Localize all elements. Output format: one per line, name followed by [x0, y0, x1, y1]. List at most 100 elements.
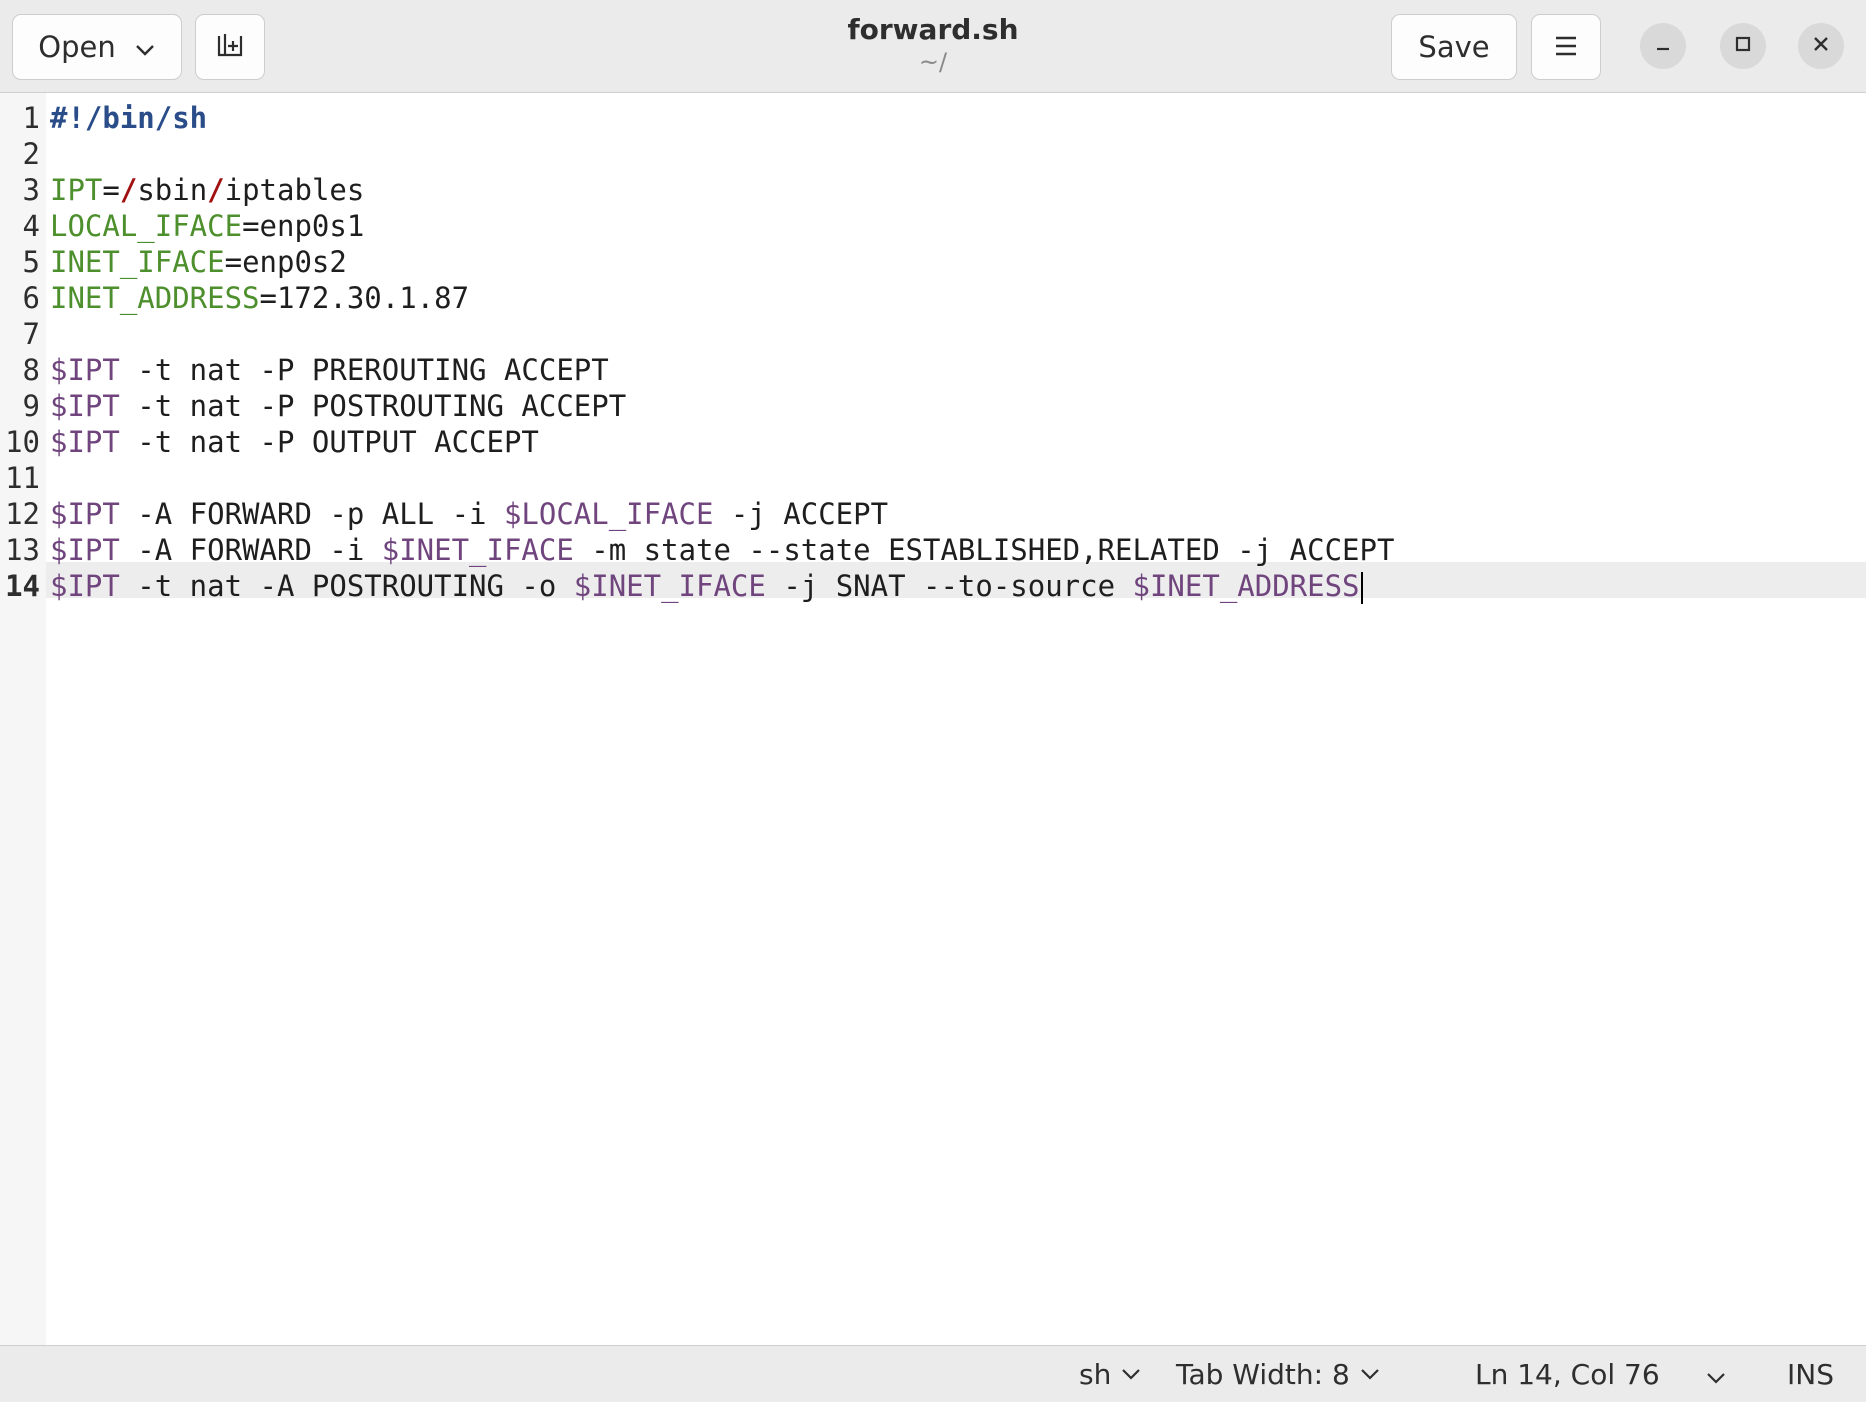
save-button[interactable]: Save [1391, 14, 1517, 80]
text-editor[interactable]: 1 #!/bin/sh 2 3 IPT=/sbin/iptables 4 LOCAL_IFA… [0, 93, 1866, 1345]
code-text[interactable]: IPT=/sbin/iptables [50, 172, 364, 208]
language-label: sh [1079, 1357, 1112, 1391]
code-token: INET_ADDRESS [50, 281, 260, 315]
code-token: -m state --state ESTABLISHED,RELATED -j … [573, 533, 1395, 567]
code-token: #!/bin/sh [50, 101, 208, 135]
code-line[interactable]: 11 [0, 460, 1866, 496]
code-line[interactable]: 13 $IPT -A FORWARD -i $INET_IFACE -m stat… [0, 532, 1866, 568]
maximize-icon [1734, 35, 1752, 57]
code-token: $INET_ADDRESS [1132, 569, 1360, 603]
line-number: 14 [5, 569, 40, 603]
code-line[interactable]: 10 $IPT -t nat -P OUTPUT ACCEPT [0, 424, 1866, 460]
code-token: / [119, 173, 138, 207]
code-token: -j ACCEPT [713, 497, 889, 531]
chevron-down-icon [134, 30, 156, 64]
line-number: 4 [22, 209, 40, 243]
code-token: =enp0s1 [242, 209, 365, 243]
new-tab-button[interactable] [195, 14, 265, 80]
code-line[interactable]: 7 [0, 316, 1866, 352]
language-selector[interactable]: sh [1079, 1346, 1141, 1402]
code-token: -t nat -A POSTROUTING -o [119, 569, 574, 603]
code-text[interactable]: $IPT -t nat -P POSTROUTING ACCEPT [50, 388, 626, 424]
code-line[interactable]: 4 LOCAL_IFACE=enp0s1 [0, 208, 1866, 244]
code-token: =enp0s2 [224, 245, 347, 279]
code-token: $INET_IFACE [381, 533, 574, 567]
code-token: INET_IFACE [50, 245, 225, 279]
code-text[interactable]: $IPT -t nat -A POSTROUTING -o $INET_IFAC… [50, 568, 1363, 604]
code-text[interactable]: $IPT -A FORWARD -i $INET_IFACE -m state … [50, 532, 1394, 568]
code-token: -t nat -P PREROUTING ACCEPT [119, 353, 609, 387]
code-token: -A FORWARD -i [119, 533, 382, 567]
code-line[interactable]: 6 INET_ADDRESS=172.30.1.87 [0, 280, 1866, 316]
minimize-icon [1654, 35, 1672, 57]
code-token: $IPT [50, 569, 120, 603]
open-button-label: Open [38, 30, 116, 64]
code-token: = [102, 173, 120, 207]
cursor-position-label: Ln 14, Col 76 [1475, 1357, 1660, 1391]
line-number: 9 [22, 389, 40, 423]
cursor-position-dropdown[interactable] [1706, 1346, 1726, 1402]
code-token: / [207, 173, 225, 207]
line-number: 3 [22, 173, 40, 207]
code-token: -t nat -P POSTROUTING ACCEPT [119, 389, 627, 423]
code-text[interactable]: #!/bin/sh [50, 100, 207, 136]
code-token: $IPT [50, 389, 120, 423]
tab-width-selector[interactable]: Tab Width: 8 [1176, 1346, 1380, 1402]
code-token: -t nat -P OUTPUT ACCEPT [119, 425, 539, 459]
code-text[interactable]: LOCAL_IFACE=enp0s1 [50, 208, 364, 244]
chevron-down-icon [1121, 1368, 1141, 1380]
code-line[interactable]: 5 INET_IFACE=enp0s2 [0, 244, 1866, 280]
code-line[interactable]: 14 $IPT -t nat -A POSTROUTING -o $INET_IF… [0, 568, 1866, 604]
code-line[interactable]: 3 IPT=/sbin/iptables [0, 172, 1866, 208]
line-number: 7 [22, 317, 40, 351]
line-number: 6 [22, 281, 40, 315]
code-text[interactable]: $IPT -t nat -P OUTPUT ACCEPT [50, 424, 539, 460]
minimize-button[interactable] [1640, 23, 1686, 69]
code-text[interactable]: INET_IFACE=enp0s2 [50, 244, 347, 280]
line-number: 5 [22, 245, 40, 279]
code-line[interactable]: 2 [0, 136, 1866, 172]
code-token: -A FORWARD -p ALL -i [119, 497, 504, 531]
code-text[interactable]: $IPT -t nat -P PREROUTING ACCEPT [50, 352, 609, 388]
code-line[interactable]: 8 $IPT -t nat -P PREROUTING ACCEPT [0, 352, 1866, 388]
new-tab-icon [215, 30, 245, 65]
close-icon [1812, 35, 1830, 57]
code-token: $INET_IFACE [573, 569, 766, 603]
code-token: =172.30.1.87 [259, 281, 470, 315]
code-token: $IPT [50, 533, 120, 567]
line-number: 11 [5, 461, 40, 495]
header-bar: Open forward.sh ~/ Save [0, 0, 1866, 93]
line-number: 8 [22, 353, 40, 387]
line-number: 13 [5, 533, 40, 567]
line-number: 12 [5, 497, 40, 531]
code-lines[interactable]: 1 #!/bin/sh 2 3 IPT=/sbin/iptables 4 LOCAL_IFA… [0, 100, 1866, 604]
open-button[interactable]: Open [12, 14, 182, 80]
window-subtitle: ~/ [918, 48, 948, 76]
code-text[interactable]: $IPT -A FORWARD -p ALL -i $LOCAL_IFACE -… [50, 496, 888, 532]
chevron-down-icon [1706, 1358, 1726, 1391]
code-token: sbin [137, 173, 208, 207]
chevron-down-icon [1360, 1368, 1380, 1380]
window-title: forward.sh [847, 13, 1019, 46]
save-button-label: Save [1418, 30, 1490, 64]
code-text[interactable]: INET_ADDRESS=172.30.1.87 [50, 280, 469, 316]
close-button[interactable] [1798, 23, 1844, 69]
tab-width-label: Tab Width: 8 [1176, 1357, 1350, 1391]
code-line[interactable]: 1 #!/bin/sh [0, 100, 1866, 136]
line-number: 1 [22, 101, 40, 135]
maximize-button[interactable] [1720, 23, 1766, 69]
insert-mode-indicator[interactable]: INS [1787, 1346, 1834, 1402]
code-token: $IPT [50, 497, 120, 531]
main-menu-button[interactable] [1531, 14, 1601, 80]
code-token: $LOCAL_IFACE [503, 497, 714, 531]
line-number: 2 [22, 137, 40, 171]
hamburger-menu-icon [1553, 30, 1579, 64]
code-token: -j SNAT --to-source [765, 569, 1133, 603]
line-number: 10 [5, 425, 40, 459]
code-line[interactable]: 9 $IPT -t nat -P POSTROUTING ACCEPT [0, 388, 1866, 424]
code-token: iptables [224, 173, 365, 207]
code-line[interactable]: 12 $IPT -A FORWARD -p ALL -i $LOCAL_IFACE… [0, 496, 1866, 532]
status-bar: sh Tab Width: 8 Ln 14, Col 76 INS [0, 1345, 1866, 1402]
text-cursor [1360, 572, 1363, 604]
cursor-position[interactable]: Ln 14, Col 76 [1475, 1346, 1660, 1402]
